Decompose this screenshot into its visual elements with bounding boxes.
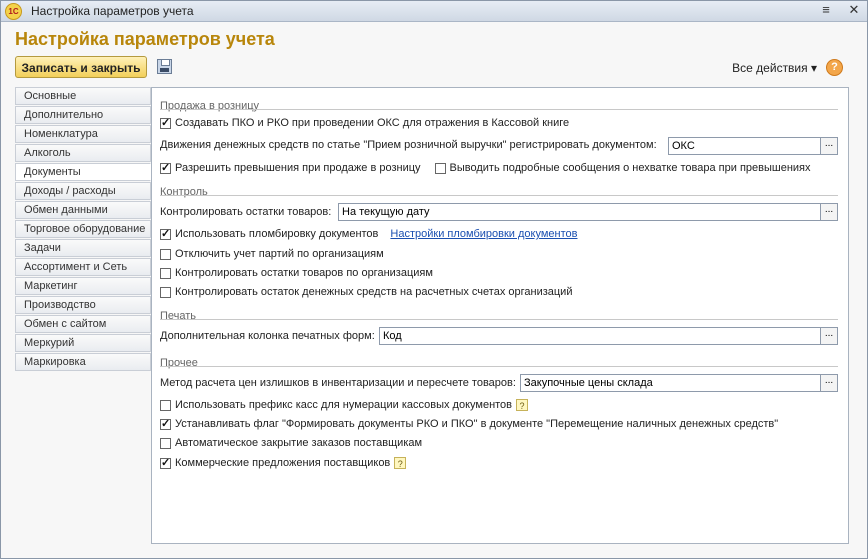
movement-label: Движения денежных средств по статье "При… (160, 139, 657, 151)
price-method-value: Закупочные цены склада (524, 377, 653, 389)
commercial-row: Коммерческие предложения поставщиков ? (160, 456, 407, 469)
stock-value: На текущую дату (342, 206, 430, 218)
allow-excess-checkbox[interactable] (160, 161, 171, 174)
sealing-label: Использовать пломбировку документов (175, 228, 379, 240)
select-button[interactable]: ... (820, 328, 837, 344)
create-pko-label: Создавать ПКО и РКО при проведении ОКС д… (175, 117, 570, 129)
set-flag-checkbox[interactable] (160, 417, 171, 430)
create-pko-checkbox[interactable] (160, 116, 171, 129)
page-title: Настройка параметров учета (15, 29, 275, 49)
sidebar-item-nomenclature[interactable]: Номенклатура (15, 125, 151, 143)
movement-row: Движения денежных средств по статье "При… (160, 139, 657, 151)
detailed-messages-label: Выводить подробные сообщения о нехватке … (449, 162, 811, 174)
save-and-close-button[interactable]: Записать и закрыть (15, 56, 147, 78)
auto-close-label: Автоматическое закрытие заказов поставщи… (175, 437, 423, 449)
control-cash-checkbox[interactable] (160, 286, 171, 298)
sidebar-item-data-exchange[interactable]: Обмен данными (15, 201, 151, 219)
control-stock-org-checkbox[interactable] (160, 267, 171, 279)
disable-batches-label: Отключить учет партий по организациям (175, 248, 384, 260)
allow-excess-label: Разрешить превышения при продаже в розни… (175, 162, 421, 174)
extra-column-field[interactable]: Код ... (379, 327, 838, 345)
settings-panel: Продажа в розницу Создавать ПКО и РКО пр… (151, 87, 849, 544)
section-title-print: Печать (160, 310, 197, 322)
content-area: Настройка параметров учета Записать и за… (1, 22, 867, 558)
save-icon[interactable] (157, 59, 172, 74)
select-button[interactable]: ... (820, 375, 837, 391)
extra-column-row: Дополнительная колонка печатных форм: (160, 330, 375, 342)
sidebar-item-assortment[interactable]: Ассортимент и Сеть (15, 258, 151, 276)
price-method-field[interactable]: Закупочные цены склада ... (520, 374, 838, 392)
disable-batches-row: Отключить учет партий по организациям (160, 248, 384, 260)
sidebar-item-marketing[interactable]: Маркетинг (15, 277, 151, 295)
sidebar-item-trade-equipment[interactable]: Торговое оборудование (15, 220, 151, 238)
control-cash-label: Контролировать остаток денежных средств … (175, 286, 573, 298)
menu-icon[interactable]: ≡ (819, 3, 833, 17)
help-hint-icon[interactable]: ? (516, 399, 529, 411)
movement-field[interactable]: ОКС ... (668, 137, 838, 155)
detailed-messages-checkbox[interactable] (434, 162, 446, 174)
create-pko-row: Создавать ПКО и РКО при проведении ОКС д… (160, 116, 570, 129)
select-button[interactable]: ... (820, 138, 837, 154)
control-stock-org-row: Контролировать остатки товаров по органи… (160, 267, 433, 279)
price-method-label: Метод расчета цен излишков в инвентариза… (160, 377, 516, 389)
cash-prefix-checkbox[interactable] (160, 399, 171, 411)
all-actions-menu[interactable]: Все действия ▾ (732, 61, 817, 75)
help-icon[interactable]: ? (826, 59, 843, 76)
auto-close-checkbox[interactable] (160, 437, 171, 449)
sidebar-item-marking[interactable]: Маркировка (15, 353, 151, 371)
cash-prefix-row: Использовать префикс касс для нумерации … (160, 399, 529, 411)
sidebar-item-income-expenses[interactable]: Доходы / расходы (15, 182, 151, 200)
sidebar-item-site-exchange[interactable]: Обмен с сайтом (15, 315, 151, 333)
stock-label: Контролировать остатки товаров: (160, 206, 332, 218)
sidebar-item-tasks[interactable]: Задачи (15, 239, 151, 257)
price-method-row: Метод расчета цен излишков в инвентариза… (160, 377, 516, 389)
allow-excess-row: Разрешить превышения при продаже в розни… (160, 161, 811, 174)
section-title-retail: Продажа в розницу (160, 100, 260, 112)
help-hint-icon[interactable]: ? (394, 457, 407, 469)
main-window: 1С Настройка параметров учета ≡ ✕ Настро… (0, 0, 868, 559)
extra-column-value: Код (383, 330, 402, 342)
stock-field[interactable]: На текущую дату ... (338, 203, 838, 221)
control-stock-org-label: Контролировать остатки товаров по органи… (175, 267, 433, 279)
auto-close-row: Автоматическое закрытие заказов поставщи… (160, 437, 422, 449)
control-cash-row: Контролировать остаток денежных средств … (160, 286, 572, 298)
section-divider (160, 195, 838, 196)
sealing-row: Использовать пломбировку документов Наст… (160, 227, 577, 240)
commercial-checkbox[interactable] (160, 456, 171, 469)
section-divider (160, 109, 838, 110)
movement-value: ОКС (672, 140, 695, 152)
close-icon[interactable]: ✕ (847, 3, 861, 17)
sealing-settings-link[interactable]: Настройки пломбировки документов (390, 228, 577, 240)
select-button[interactable]: ... (820, 204, 837, 220)
extra-column-label: Дополнительная колонка печатных форм: (160, 330, 375, 342)
sidebar-nav: Основные Дополнительно Номенклатура Алко… (15, 87, 151, 372)
disable-batches-checkbox[interactable] (160, 248, 171, 260)
sidebar-item-alcohol[interactable]: Алкоголь (15, 144, 151, 162)
app-logo-icon: 1С (5, 3, 22, 20)
set-flag-row: Устанавливать флаг "Формировать документ… (160, 417, 779, 430)
section-title-other: Прочее (160, 357, 198, 369)
sidebar-item-mercury[interactable]: Меркурий (15, 334, 151, 352)
section-divider (160, 366, 838, 367)
title-bar: 1С Настройка параметров учета ≡ ✕ (1, 1, 867, 22)
set-flag-label: Устанавливать флаг "Формировать документ… (175, 418, 779, 430)
sidebar-item-additional[interactable]: Дополнительно (15, 106, 151, 124)
sidebar-item-documents[interactable]: Документы (15, 163, 151, 181)
commercial-label: Коммерческие предложения поставщиков (175, 457, 391, 469)
section-title-control: Контроль (160, 186, 208, 198)
sidebar-item-basic[interactable]: Основные (15, 87, 151, 105)
stock-row: Контролировать остатки товаров: (160, 206, 331, 218)
cash-prefix-label: Использовать префикс касс для нумерации … (175, 399, 513, 411)
sealing-checkbox[interactable] (160, 227, 171, 240)
sidebar-item-production[interactable]: Производство (15, 296, 151, 314)
section-divider (160, 319, 838, 320)
window-title: Настройка параметров учета (31, 4, 194, 18)
